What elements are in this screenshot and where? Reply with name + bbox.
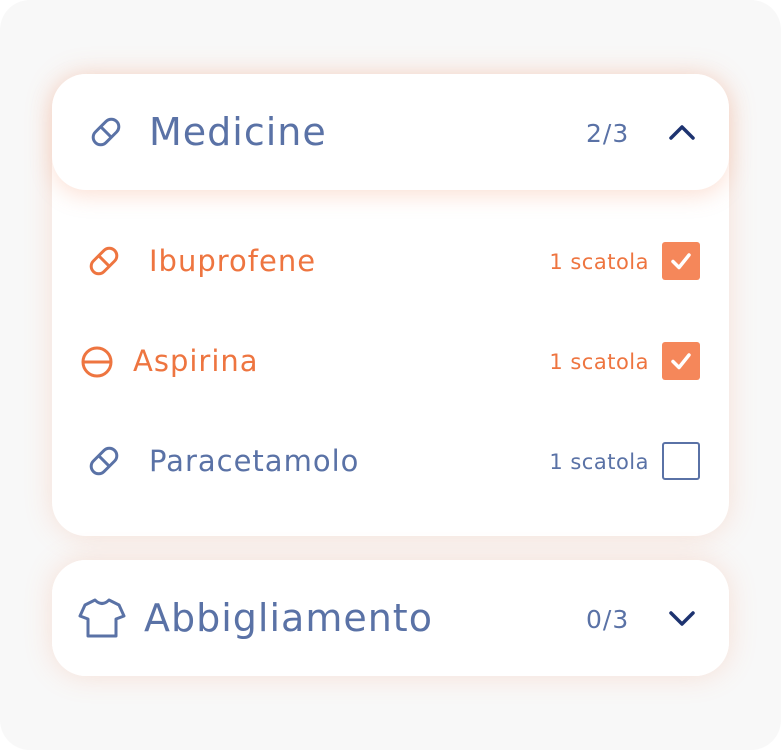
checkmark-icon: [671, 253, 691, 270]
category-card-abbigliamento: Abbigliamento 0/3: [52, 560, 729, 676]
app-frame: Medicine 2/3 Ibuprofene 1 scatola Aspiri…: [0, 0, 781, 750]
category-title: Medicine: [149, 110, 327, 154]
list-item-paracetamolo[interactable]: Paracetamolo 1 scatola: [52, 431, 729, 491]
chevron-up-icon[interactable]: [667, 122, 697, 146]
item-name: Ibuprofene: [149, 244, 317, 278]
item-name: Aspirina: [133, 344, 259, 378]
checkbox-unchecked[interactable]: [662, 442, 700, 480]
list-item-ibuprofene[interactable]: Ibuprofene 1 scatola: [52, 231, 729, 291]
category-header-abbigliamento[interactable]: Abbigliamento 0/3: [52, 560, 729, 676]
category-header-medicine[interactable]: Medicine 2/3: [52, 74, 729, 190]
category-title: Abbigliamento: [144, 596, 433, 640]
pill-icon: [86, 243, 122, 283]
item-quantity: 1 scatola: [549, 250, 649, 274]
category-count: 2/3: [586, 119, 630, 148]
item-quantity: 1 scatola: [549, 450, 649, 474]
category-count: 0/3: [586, 605, 630, 634]
pill-icon: [88, 114, 124, 154]
tshirt-icon: [78, 596, 126, 644]
list-item-aspirina[interactable]: Aspirina 1 scatola: [52, 331, 729, 391]
checkbox-checked[interactable]: [662, 342, 700, 380]
tablet-icon: [80, 345, 114, 383]
checkmark-icon: [671, 353, 691, 370]
category-card-medicine: Medicine 2/3 Ibuprofene 1 scatola Aspiri…: [52, 74, 729, 536]
chevron-down-icon[interactable]: [667, 608, 697, 632]
checkbox-checked[interactable]: [662, 242, 700, 280]
item-quantity: 1 scatola: [549, 350, 649, 374]
pill-icon: [86, 443, 122, 483]
item-name: Paracetamolo: [149, 444, 360, 478]
